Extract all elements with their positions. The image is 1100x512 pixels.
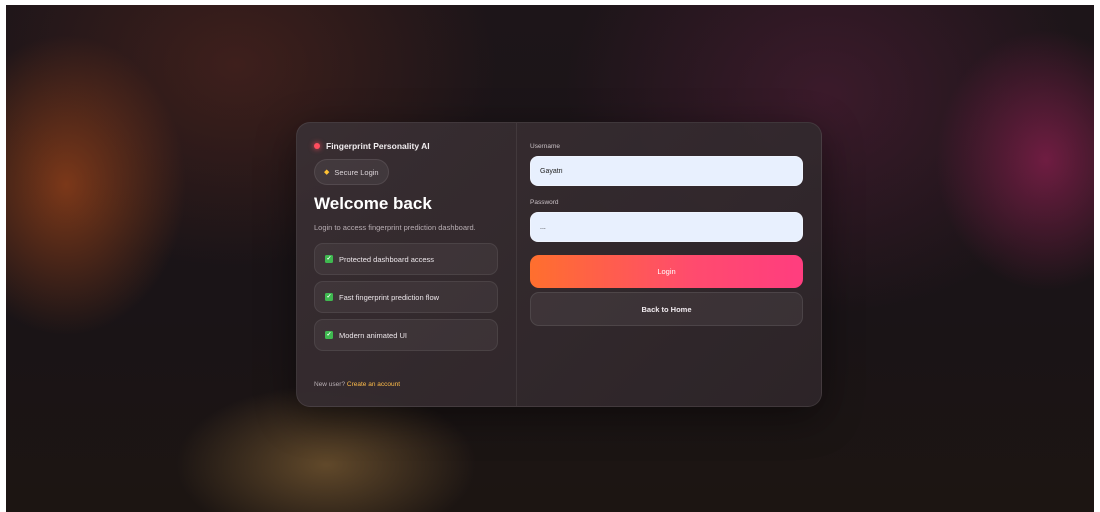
signup-prompt: New user? Create an account <box>314 381 400 388</box>
login-form: Username Password Login Back to Home <box>517 123 821 406</box>
checkbox-checked-icon: ✓ <box>325 293 333 301</box>
feature-item: ✓ Fast fingerprint prediction flow <box>314 281 498 313</box>
brand-dot-icon <box>314 143 320 149</box>
badge-label: Secure Login <box>334 167 379 177</box>
create-account-link[interactable]: Create an account <box>347 381 400 388</box>
back-to-home-button[interactable]: Back to Home <box>530 292 803 326</box>
login-card: Fingerprint Personality AI ◆ Secure Logi… <box>296 122 822 407</box>
login-button[interactable]: Login <box>530 255 803 288</box>
feature-label: Modern animated UI <box>339 330 407 340</box>
feature-label: Fast fingerprint prediction flow <box>339 292 440 302</box>
feature-item: ✓ Modern animated UI <box>314 319 498 351</box>
feature-label: Protected dashboard access <box>339 254 435 264</box>
secure-login-badge: ◆ Secure Login <box>314 159 389 185</box>
signup-prompt-text: New user? <box>314 381 346 388</box>
checkbox-checked-icon: ✓ <box>325 331 333 339</box>
info-panel: Fingerprint Personality AI ◆ Secure Logi… <box>297 123 517 406</box>
page-title: Welcome back <box>314 194 432 213</box>
feature-list: ✓ Protected dashboard access ✓ Fast fing… <box>314 243 516 351</box>
checkbox-checked-icon: ✓ <box>325 255 333 263</box>
brand: Fingerprint Personality AI <box>314 141 516 151</box>
username-label: Username <box>530 143 560 150</box>
password-input[interactable] <box>530 212 803 242</box>
brand-name: Fingerprint Personality AI <box>326 141 430 151</box>
star-icon: ◆ <box>324 169 330 176</box>
page-subtitle: Login to access fingerprint prediction d… <box>314 223 476 232</box>
feature-item: ✓ Protected dashboard access <box>314 243 498 275</box>
password-label: Password <box>530 199 559 206</box>
page-background: Fingerprint Personality AI ◆ Secure Logi… <box>6 5 1094 512</box>
username-input[interactable] <box>530 156 803 186</box>
